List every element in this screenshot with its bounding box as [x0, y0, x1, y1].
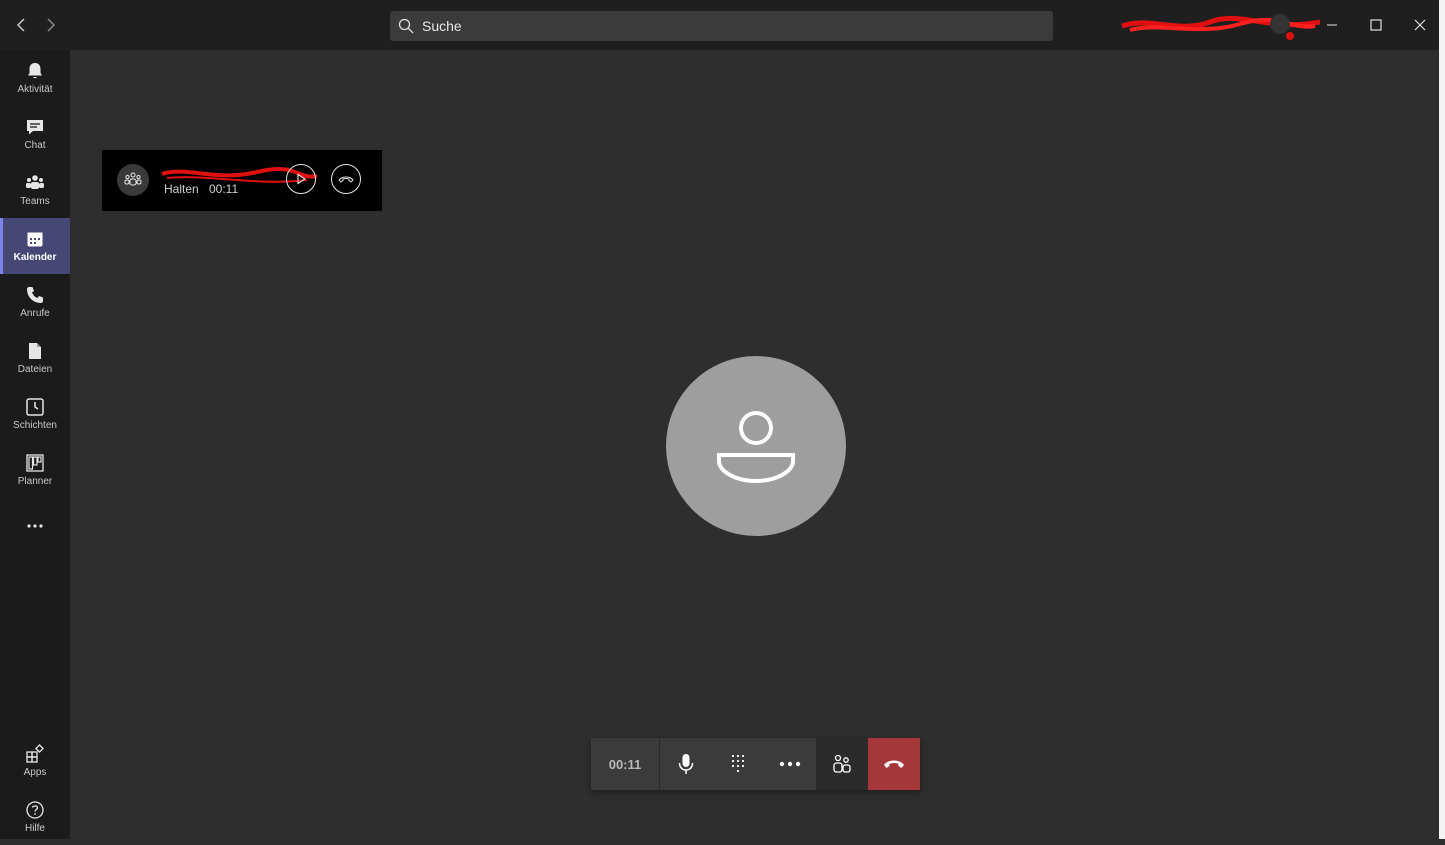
rail-item-planner[interactable]: Planner — [0, 442, 70, 498]
microphone-icon — [678, 754, 694, 774]
search-icon — [398, 18, 414, 34]
title-bar — [0, 0, 1445, 50]
rail-item-dateien[interactable]: Dateien — [0, 330, 70, 386]
rail-label: Kalender — [13, 252, 57, 263]
hangup-icon — [338, 176, 354, 183]
call-duration: 00:11 — [591, 738, 660, 790]
background-window-edge — [1439, 0, 1445, 839]
active-indicator — [0, 218, 3, 274]
more-actions-button[interactable] — [764, 738, 816, 790]
participants-icon — [833, 754, 851, 773]
rail-item-apps[interactable]: Apps — [0, 733, 70, 789]
rail-label: Anrufe — [20, 308, 50, 319]
redaction-scribble-icon — [1121, 14, 1321, 40]
clock-icon — [26, 398, 44, 416]
profile-area[interactable] — [1120, 12, 1321, 40]
rail-label: Hilfe — [24, 823, 45, 834]
chat-icon — [27, 120, 43, 135]
hangup-button[interactable] — [868, 738, 920, 790]
back-button[interactable] — [12, 14, 32, 36]
planner-icon — [26, 454, 44, 472]
rail-label: Schichten — [13, 420, 57, 431]
file-icon — [29, 343, 41, 359]
hold-duration: 00:11 — [209, 182, 239, 196]
maximize-icon — [1370, 19, 1382, 31]
rail-label: Planner — [17, 476, 53, 487]
mute-button[interactable] — [660, 738, 712, 790]
search-box[interactable] — [390, 11, 1053, 41]
group-avatar — [117, 164, 149, 196]
rail-label: Dateien — [17, 364, 53, 375]
held-call-card[interactable]: Halten 00:11 — [102, 150, 382, 211]
help-icon — [26, 801, 44, 819]
calendar-icon — [27, 232, 43, 247]
hold-status: Halten — [164, 182, 199, 196]
chevron-right-icon — [47, 18, 56, 32]
person-icon — [717, 411, 795, 484]
play-icon — [297, 173, 307, 185]
rail-item-more[interactable] — [0, 498, 70, 554]
rail-item-anrufe[interactable]: Anrufe — [0, 274, 70, 330]
minimize-icon — [1327, 24, 1337, 26]
close-icon — [1414, 19, 1426, 31]
maximize-button[interactable] — [1358, 10, 1394, 40]
dialpad-icon — [731, 754, 745, 773]
bell-icon — [28, 63, 42, 79]
rail-label: Aktivität — [17, 84, 53, 95]
rail-item-chat[interactable]: Chat — [0, 106, 70, 162]
end-held-call-button[interactable] — [331, 164, 361, 194]
chevron-left-icon — [16, 18, 25, 32]
rail-item-schichten[interactable]: Schichten — [0, 386, 70, 442]
apps-icon — [26, 744, 44, 763]
rail-item-aktivitaet[interactable]: Aktivität — [0, 50, 70, 106]
rail-item-hilfe[interactable]: Hilfe — [0, 789, 70, 845]
participants-button[interactable] — [816, 738, 868, 790]
more-icon — [779, 761, 801, 767]
dialpad-button[interactable] — [712, 738, 764, 790]
rail-label: Apps — [23, 767, 47, 778]
more-icon — [27, 524, 43, 528]
app-rail: Aktivität Chat Teams Kalender Anrufe Dat… — [0, 50, 70, 839]
rail-label: Chat — [24, 140, 46, 151]
teams-icon — [26, 175, 44, 189]
group-icon — [124, 172, 142, 186]
call-control-bar: 00:11 — [591, 738, 920, 790]
search-input[interactable] — [420, 17, 1024, 35]
hangup-icon — [884, 760, 904, 768]
rail-label: Teams — [20, 196, 50, 207]
close-button[interactable] — [1402, 10, 1438, 40]
participant-avatar — [666, 356, 846, 536]
forward-button[interactable] — [40, 14, 60, 36]
rail-item-kalender[interactable]: Kalender — [0, 218, 70, 274]
rail-item-teams[interactable]: Teams — [0, 162, 70, 218]
resume-button[interactable] — [286, 164, 316, 194]
phone-icon — [27, 287, 43, 303]
teams-window: Aktivität Chat Teams Kalender Anrufe Dat… — [0, 0, 1445, 839]
minimize-button[interactable] — [1314, 10, 1350, 40]
